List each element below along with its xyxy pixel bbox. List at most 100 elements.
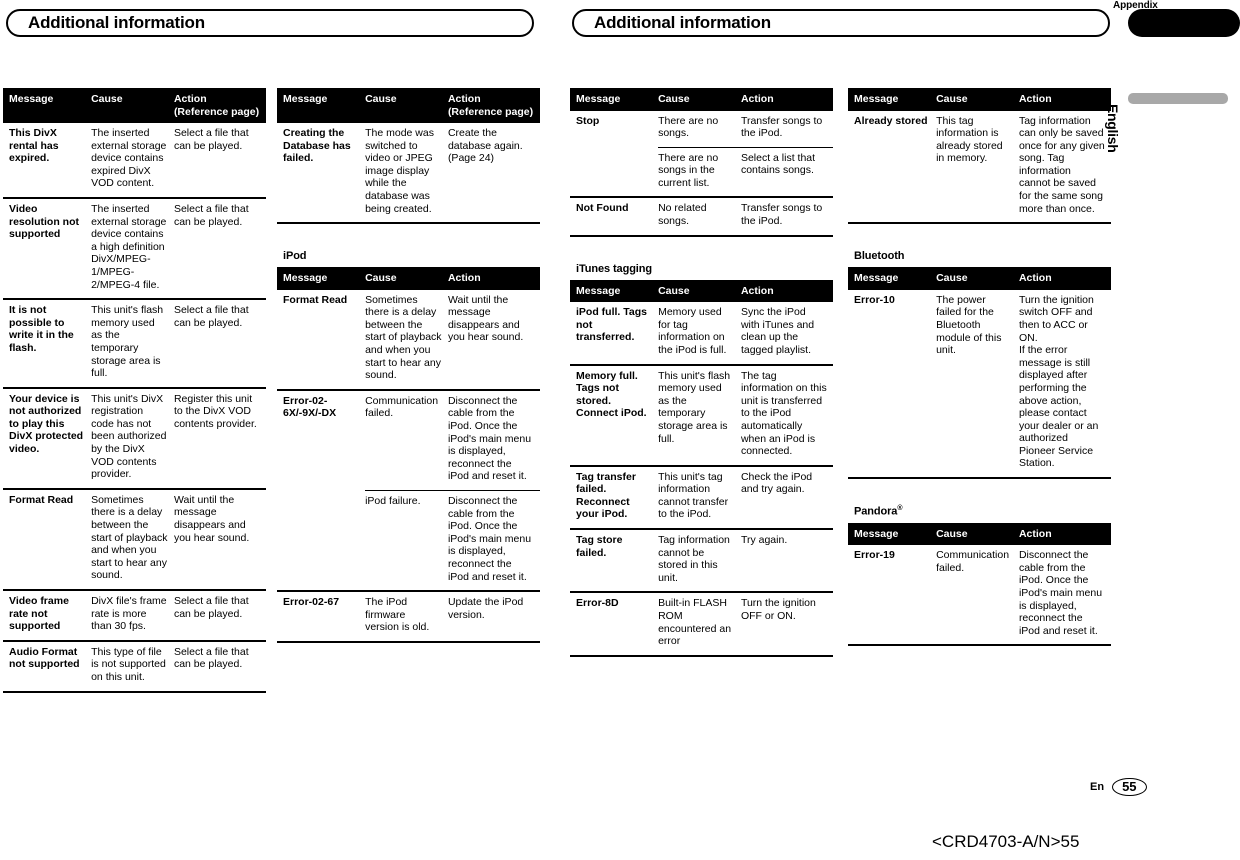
table-bottom-rule-cell	[936, 644, 1019, 648]
message-table: Message Cause Action Stop There are no songs…	[570, 88, 833, 238]
cell-message: It is not possible to write it in the fl…	[3, 298, 92, 388]
cell-action: Turn the ignition OFF or ON.	[740, 591, 833, 656]
cell-cause: The mode was switched to video or JPEG i…	[365, 127, 434, 215]
content-column-1: Message Cause Action (Reference page) This …	[3, 88, 266, 694]
column-header-cause: Cause	[936, 88, 1019, 111]
table-row: Memory full. Tags not stored. Connect iP…	[570, 363, 833, 466]
cell-action: Disconnect the cable from the iPod. Once…	[447, 388, 540, 491]
cell-message	[277, 490, 365, 591]
cell-message: Error-10	[854, 293, 895, 306]
table-bottom-rule	[570, 234, 833, 238]
column-header-message: Message	[570, 279, 659, 303]
table-bottom-rule	[3, 690, 266, 694]
table-bottom-rule-cell	[936, 477, 1019, 481]
table-bottom-rule	[848, 644, 1111, 648]
cell-cause: iPod failure.	[365, 489, 448, 592]
cell-message: Already stored	[854, 114, 928, 127]
cell-cause: Communication failed.	[936, 549, 1010, 574]
cell-message: Tag transfer failed. Reconnect your iPod…	[570, 464, 659, 530]
section-heading: Bluetooth	[854, 250, 905, 263]
cell-message: Error-02-67	[277, 590, 366, 642]
cell-cause: Built-in FLASH ROM encountered an error	[658, 591, 741, 656]
table-row: Error-19 Communication failed. Disconnect …	[848, 545, 1111, 645]
column-header-action: Action	[1018, 88, 1111, 111]
cell-message: Audio Format not supported	[3, 639, 92, 692]
cell-message: Your device is not authorized to play th…	[3, 386, 92, 489]
cell-action: Wait until the message disappears and yo…	[447, 293, 524, 344]
cell-action: Select a list that contains songs.	[740, 146, 833, 198]
message-table: Message Cause Action Format Read Sometimes t…	[277, 267, 540, 644]
table-bottom-rule-cell	[658, 654, 741, 658]
cell-message: Error-19	[854, 549, 895, 562]
content-column-4: Message Cause Action Already stored This tag…	[848, 88, 1111, 648]
cell-cause: The inserted external storage device con…	[91, 127, 167, 190]
cell-action: The tag information on this unit is tran…	[740, 363, 833, 466]
message-table: Message Cause Action Error-19 Communication …	[848, 522, 1111, 648]
cell-cause: There are no songs.	[658, 114, 719, 140]
cell-cause: This type of file is not supported on th…	[91, 639, 174, 692]
cell-action: Disconnect the cable from the iPod. Once…	[1018, 549, 1103, 637]
table-header-row: Message Cause Action	[848, 522, 1111, 546]
table-bottom-rule-cell	[3, 690, 92, 694]
table-row: There are no songs in the current list. S…	[570, 146, 833, 198]
footer-language-code: En	[1090, 781, 1105, 793]
table-row: Creating the Database has failed. The mod…	[277, 123, 540, 223]
cell-message: Creating the Database has failed.	[283, 127, 351, 165]
cell-action: Transfer songs to the iPod.	[740, 114, 823, 140]
table-header-row: Message Cause Action (Reference page)	[277, 88, 540, 123]
table-row: iPod full. Tags not transferred. Memory u…	[570, 302, 833, 364]
table-row: Format Read Sometimes there is a delay be…	[3, 487, 266, 590]
cell-message: Error-02-6X/-9X/-DX	[277, 388, 366, 491]
cell-action: Update the iPod version.	[447, 590, 540, 642]
message-table: Message Cause Action Already stored This tag…	[848, 88, 1111, 226]
table-bottom-rule-cell	[1018, 222, 1111, 226]
table-row: Tag store failed. Tag information cannot …	[570, 528, 833, 593]
page-number: 55	[1112, 778, 1147, 796]
cell-cause: The iPod firmware version is old.	[365, 590, 448, 642]
page-footer: En 55	[1090, 778, 1147, 796]
table-bottom-rule	[848, 477, 1111, 481]
table-row: Video frame rate not supported DivX file'…	[3, 589, 266, 641]
cell-action: Register this unit to the DivX VOD conte…	[173, 386, 266, 489]
message-table: Message Cause Action iPod full. Tags not tr…	[570, 279, 833, 658]
table-bottom-rule-cell	[91, 690, 174, 694]
table-bottom-rule	[277, 640, 540, 644]
page-banner-right: Additional information	[572, 9, 1110, 37]
section-heading: iTunes tagging	[576, 262, 653, 275]
cell-action: Try again.	[740, 528, 833, 593]
table-header-row: Message Cause Action (Reference page)	[3, 88, 266, 123]
table-bottom-rule-cell	[570, 234, 659, 238]
table-bottom-rule-cell	[1018, 644, 1111, 648]
table-bottom-rule-cell	[740, 234, 833, 238]
column-header-cause: Cause	[936, 267, 1019, 290]
table-row: Error-10 The power failed for the Bluetoo…	[848, 290, 1111, 478]
cell-action: Wait until the message disappears and yo…	[173, 487, 266, 590]
table-bottom-rule	[570, 654, 833, 658]
cell-cause: The inserted external storage device con…	[91, 196, 174, 300]
cell-action: Sync the iPod with iTunes and clean up t…	[740, 306, 815, 356]
table-bottom-rule-cell	[1018, 477, 1111, 481]
section-heading: iPod	[283, 250, 307, 263]
table-row: Error-02-67 The iPod firmware version is …	[277, 590, 540, 642]
content-column-2: Message Cause Action (Reference page) Creat…	[277, 88, 540, 644]
cell-message: Error-8D	[570, 591, 659, 656]
cell-message: Format Read	[3, 487, 92, 590]
column-header-cause: Cause	[658, 279, 741, 303]
table-row: iPod failure. Disconnect the cable from t…	[277, 489, 540, 592]
cell-message: Format Read	[283, 293, 348, 306]
cell-action: Transfer songs to the iPod.	[740, 196, 833, 236]
column-header-action: Action (Reference page)	[447, 88, 540, 123]
table-row: Error-02-6X/-9X/-DX Communication failed.…	[277, 388, 540, 491]
appendix-label: Appendix	[1113, 0, 1158, 11]
cell-cause: Tag information cannot be stored in this…	[658, 528, 741, 593]
table-row: Error-8D Built-in FLASH ROM encountered a…	[570, 591, 833, 656]
table-row: Stop There are no songs. Transfer songs to…	[570, 111, 833, 148]
cell-message: Video frame rate not supported	[3, 589, 92, 641]
cell-message: Not Found	[570, 196, 659, 236]
column-header-cause: Cause	[936, 522, 1019, 546]
section-heading: Pandora®	[854, 505, 903, 518]
column-header-message: Message	[3, 88, 92, 123]
table-row: It is not possible to write it in the fl…	[3, 298, 266, 388]
table-bottom-rule-cell	[447, 640, 540, 644]
column-header-action: Action (Reference page)	[173, 88, 266, 123]
